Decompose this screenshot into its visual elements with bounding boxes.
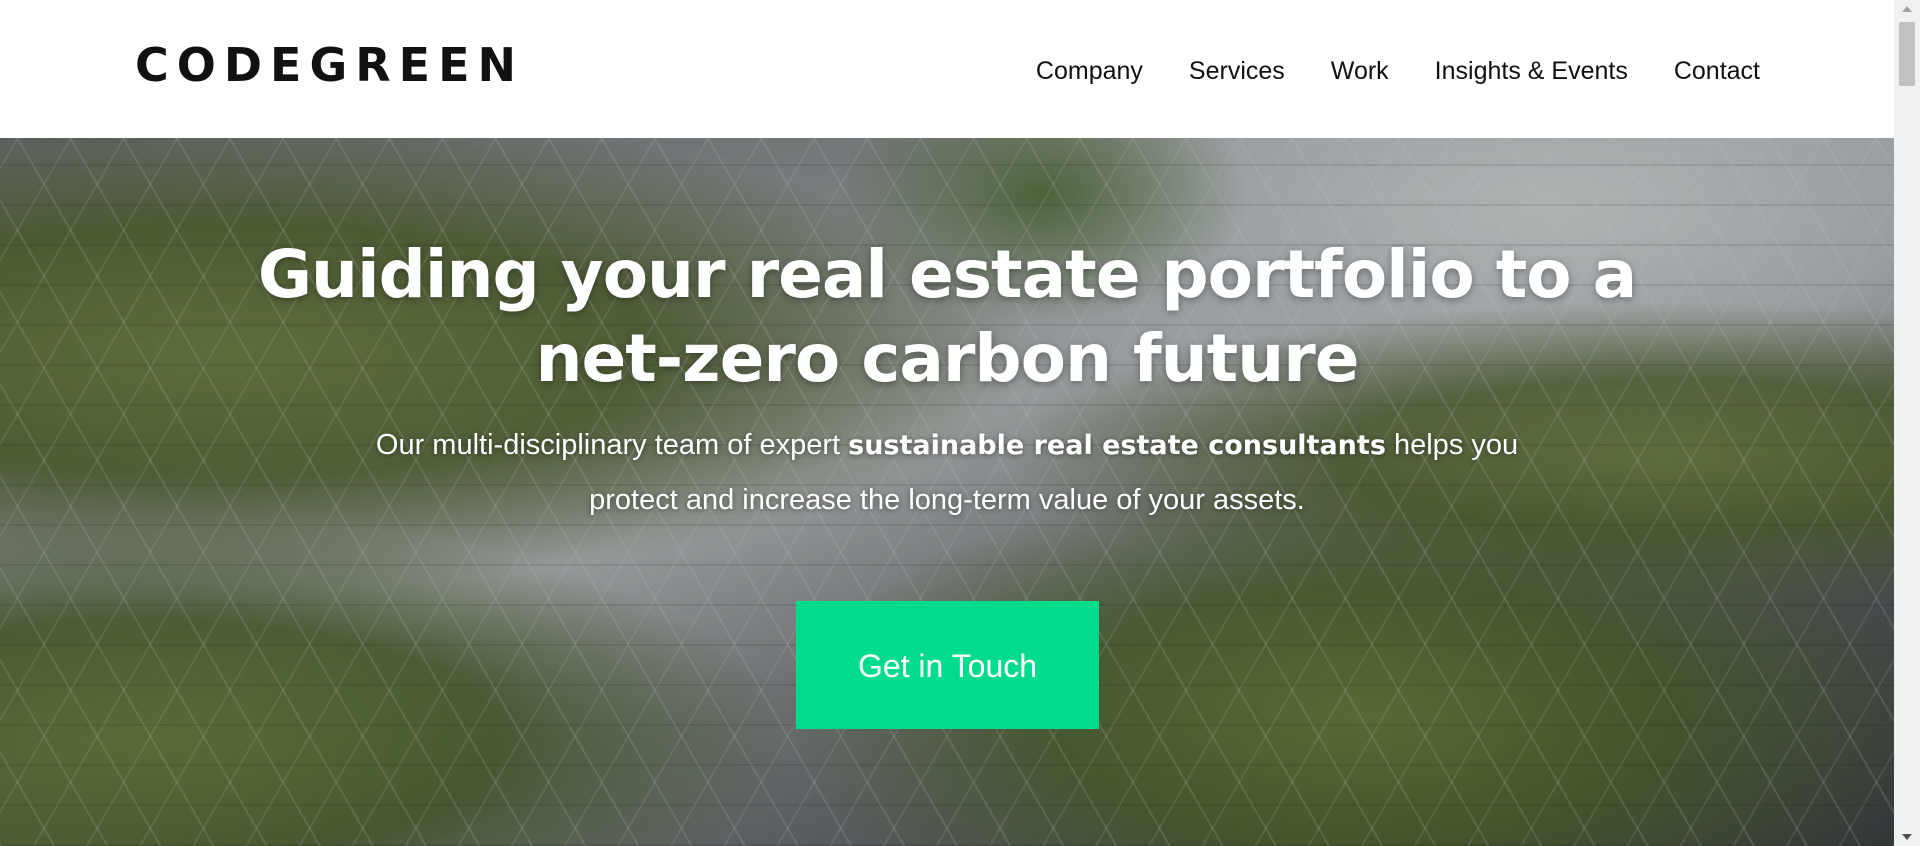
nav-item-services[interactable]: Services xyxy=(1189,53,1285,89)
scroll-down-arrow-icon[interactable] xyxy=(1902,834,1912,840)
nav-item-contact[interactable]: Contact xyxy=(1674,53,1760,89)
nav-item-company[interactable]: Company xyxy=(1036,53,1143,89)
logo[interactable]: CODEGREEN xyxy=(135,40,524,90)
hero-subtitle-highlight: sustainable real estate consultants xyxy=(848,430,1386,461)
hero-subtitle: Our multi-disciplinary team of expert su… xyxy=(347,418,1547,527)
scroll-thumb[interactable] xyxy=(1899,22,1915,86)
main-nav: Company Services Work Insights & Events … xyxy=(990,53,1760,89)
site-header: CODEGREEN Company Services Work Insights… xyxy=(0,0,1894,138)
hero-section: Guiding your real estate portfolio to a … xyxy=(0,138,1894,846)
page-scrollbar[interactable] xyxy=(1894,0,1920,846)
hero-title: Guiding your real estate portfolio to a … xyxy=(257,236,1637,397)
hero-subtitle-start: Our multi-disciplinary team of expert xyxy=(375,429,849,461)
nav-item-work[interactable]: Work xyxy=(1331,53,1389,89)
nav-item-insights-events[interactable]: Insights & Events xyxy=(1435,53,1628,89)
page: CODEGREEN Company Services Work Insights… xyxy=(0,0,1920,846)
scroll-up-arrow-icon[interactable] xyxy=(1902,6,1912,12)
get-in-touch-button[interactable]: Get in Touch xyxy=(796,601,1099,729)
